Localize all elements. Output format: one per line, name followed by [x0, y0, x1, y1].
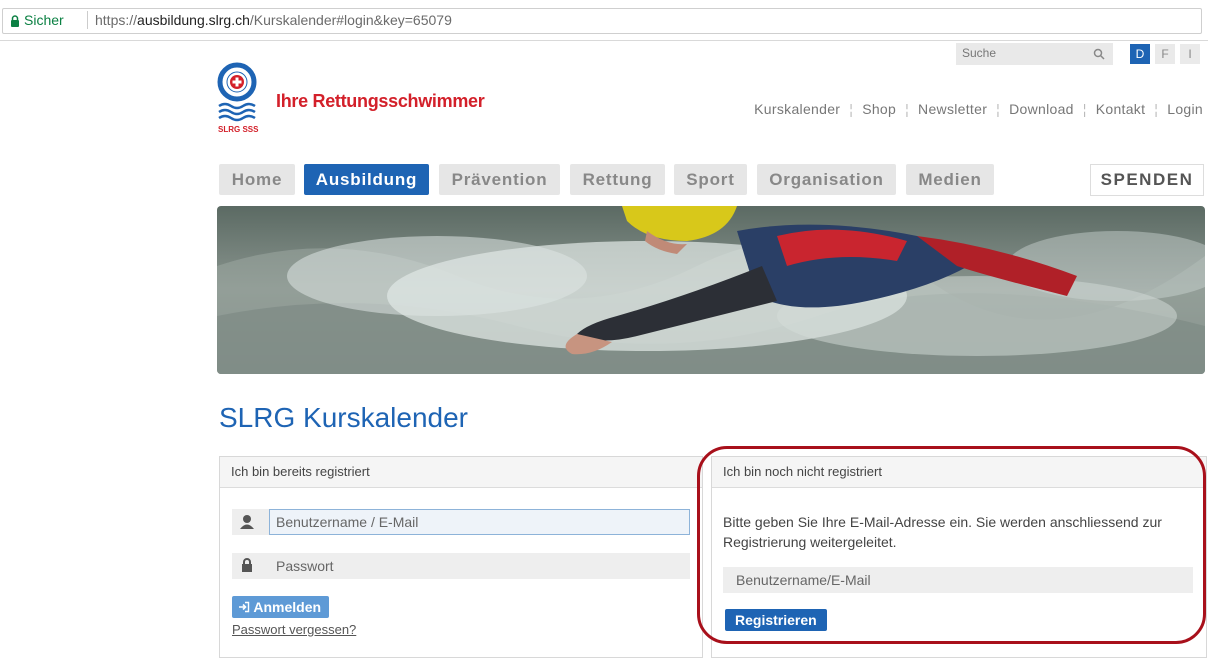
search-placeholder: Suche	[962, 46, 997, 60]
login-button-label: Anmelden	[253, 599, 322, 615]
url-text[interactable]: https://ausbildung.slrg.ch/Kurskalender#…	[95, 12, 452, 28]
tab-medien[interactable]: Medien	[906, 164, 994, 195]
meta-nav-kontakt[interactable]: Kontakt	[1096, 101, 1146, 117]
secure-label: Sicher	[24, 12, 64, 28]
search-icon[interactable]	[1093, 47, 1105, 65]
register-panel: Ich bin noch nicht registriert Bitte geb…	[711, 456, 1207, 658]
lock-icon	[10, 14, 20, 32]
page-title: SLRG Kurskalender	[219, 402, 469, 433]
register-button[interactable]: Registrieren	[725, 609, 827, 631]
brand-name[interactable]: Ihre Rettungsschwimmer	[276, 91, 485, 112]
lock-icon	[232, 553, 262, 579]
slrg-logo[interactable]: SLRG SSS	[217, 62, 269, 136]
toolbar-divider	[0, 40, 1208, 41]
url-divider	[87, 11, 88, 29]
username-placeholder: Benutzername / E-Mail	[276, 514, 419, 530]
password-placeholder: Passwort	[276, 558, 334, 574]
username-field[interactable]: Benutzername / E-Mail	[232, 509, 690, 535]
login-button[interactable]: Anmelden	[232, 596, 330, 618]
url-domain: ausbildung.slrg.ch	[137, 12, 250, 28]
register-email-input[interactable]: Benutzername/E-Mail	[723, 567, 1193, 593]
meta-nav: Kurskalender ¦ Shop ¦ Newsletter ¦ Download ¦ Ko…	[754, 101, 1203, 117]
sign-in-icon	[238, 599, 253, 615]
meta-nav-shop[interactable]: Shop	[862, 101, 896, 117]
language-de[interactable]: D	[1130, 44, 1150, 64]
url-bar[interactable]: Sicher https://ausbildung.slrg.ch/Kurska…	[2, 8, 1202, 34]
register-panel-heading: Ich bin noch nicht registriert	[712, 457, 1206, 488]
meta-nav-login[interactable]: Login	[1167, 101, 1203, 117]
meta-nav-divider: ¦	[849, 101, 854, 117]
register-info-text: Bitte geben Sie Ihre E-Mail-Adresse ein.…	[723, 514, 1162, 550]
language-fr[interactable]: F	[1155, 44, 1175, 64]
donate-button[interactable]: SPENDEN	[1090, 164, 1204, 196]
url-protocol: https://	[95, 12, 138, 28]
meta-nav-divider: ¦	[1154, 101, 1159, 117]
tab-organisation[interactable]: Organisation	[757, 164, 896, 195]
forgot-password-link[interactable]: Passwort vergessen?	[232, 622, 356, 637]
register-email-placeholder: Benutzername/E-Mail	[736, 572, 871, 588]
login-panel: Ich bin bereits registriert Benutzername…	[219, 456, 703, 658]
search-input[interactable]: Suche	[956, 43, 1113, 65]
login-panel-heading: Ich bin bereits registriert	[220, 457, 702, 488]
meta-nav-divider: ¦	[1082, 101, 1087, 117]
meta-nav-download[interactable]: Download	[1009, 101, 1074, 117]
meta-nav-newsletter[interactable]: Newsletter	[918, 101, 987, 117]
tab-sport[interactable]: Sport	[674, 164, 747, 195]
hero-image	[217, 206, 1205, 374]
meta-nav-divider: ¦	[996, 101, 1001, 117]
svg-text:SLRG SSS: SLRG SSS	[218, 125, 259, 134]
language-it[interactable]: I	[1180, 44, 1200, 64]
meta-nav-kurskalender[interactable]: Kurskalender	[754, 101, 840, 117]
browser-address-bar: Sicher https://ausbildung.slrg.ch/Kurska…	[0, 0, 1208, 34]
password-field[interactable]: Passwort	[232, 553, 690, 579]
meta-nav-divider: ¦	[905, 101, 910, 117]
tab-praevention[interactable]: Prävention	[439, 164, 560, 195]
url-path: /Kurskalender#login&key=65079	[249, 12, 452, 28]
user-icon	[232, 509, 262, 535]
tab-home[interactable]: Home	[219, 164, 295, 195]
tab-ausbildung[interactable]: Ausbildung	[304, 164, 429, 195]
tab-rettung[interactable]: Rettung	[570, 164, 665, 195]
